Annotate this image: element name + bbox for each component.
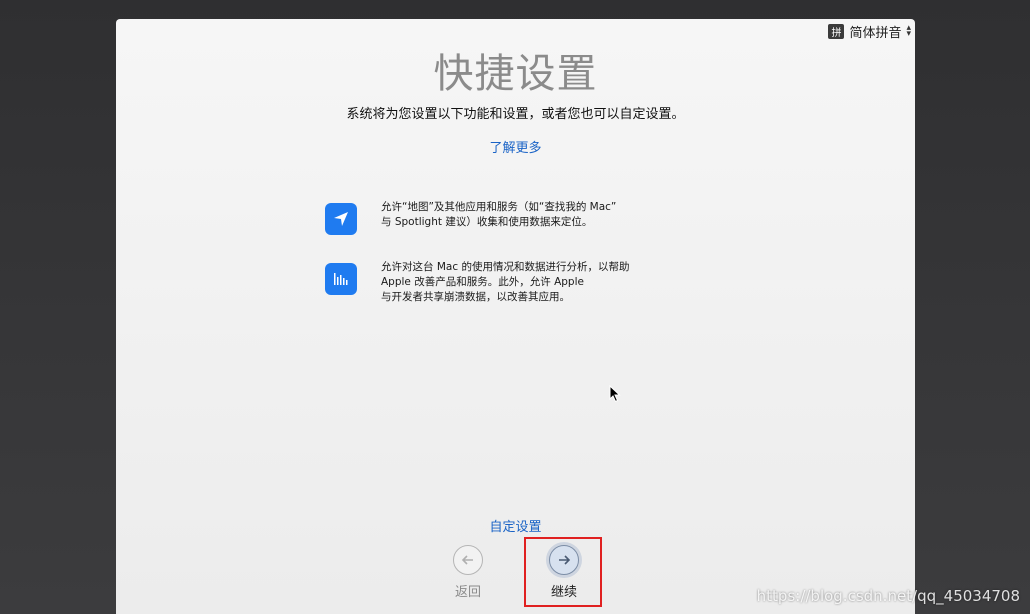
custom-setup-link[interactable]: 自定设置 bbox=[116, 516, 915, 535]
feature-text-line: 与 Spotlight 建议）收集和使用数据来定位。 bbox=[381, 216, 593, 228]
pinyin-input-icon: 拼 bbox=[828, 23, 845, 39]
watermark-text: https://blog.csdn.net/qq_45034708 bbox=[756, 587, 1020, 605]
input-source-menu[interactable]: 拼 简体拼音 ▴ ▾ bbox=[828, 22, 911, 41]
feature-text-line: 允许“地图”及其他应用和服务（如“查找我的 Mac” bbox=[381, 201, 617, 213]
arrow-left-icon bbox=[453, 545, 483, 575]
feature-text-line: 与开发者共享崩溃数据，以改善其应用。 bbox=[381, 291, 570, 303]
location-arrow-icon bbox=[325, 203, 357, 235]
feature-location: 允许“地图”及其他应用和服务（如“查找我的 Mac” 与 Spotlight 建… bbox=[325, 200, 656, 235]
page-title: 快捷设置 bbox=[433, 51, 598, 97]
feature-location-text: 允许“地图”及其他应用和服务（如“查找我的 Mac” 与 Spotlight 建… bbox=[381, 200, 656, 235]
setup-assistant-window: 拼 简体拼音 ▴ ▾ 快捷设置 系统将为您设置以下功能和设置，或者您也可以自定设置… bbox=[116, 19, 915, 614]
feature-analytics: 允许对这台 Mac 的使用情况和数据进行分析，以帮助 Apple 改善产品和服务… bbox=[325, 260, 656, 305]
red-highlight-box bbox=[524, 537, 602, 607]
chevron-updown-icon: ▴ ▾ bbox=[906, 23, 911, 39]
feature-analytics-text: 允许对这台 Mac 的使用情况和数据进行分析，以帮助 Apple 改善产品和服务… bbox=[381, 260, 656, 305]
continue-button[interactable]: 继续 bbox=[524, 537, 604, 607]
mouse-pointer-icon bbox=[609, 385, 621, 403]
back-button[interactable]: 返回 bbox=[444, 545, 492, 600]
feature-text-line: Apple 改善产品和服务。此外，允许 Apple bbox=[381, 276, 584, 288]
analytics-bars-icon bbox=[325, 263, 357, 295]
feature-text-line: 允许对这台 Mac 的使用情况和数据进行分析，以帮助 bbox=[381, 261, 630, 273]
page-subtitle: 系统将为您设置以下功能和设置，或者您也可以自定设置。 bbox=[346, 107, 685, 122]
input-source-label: 简体拼音 bbox=[849, 25, 902, 41]
learn-more-link[interactable]: 了解更多 bbox=[116, 137, 915, 156]
back-button-label: 返回 bbox=[454, 585, 481, 600]
